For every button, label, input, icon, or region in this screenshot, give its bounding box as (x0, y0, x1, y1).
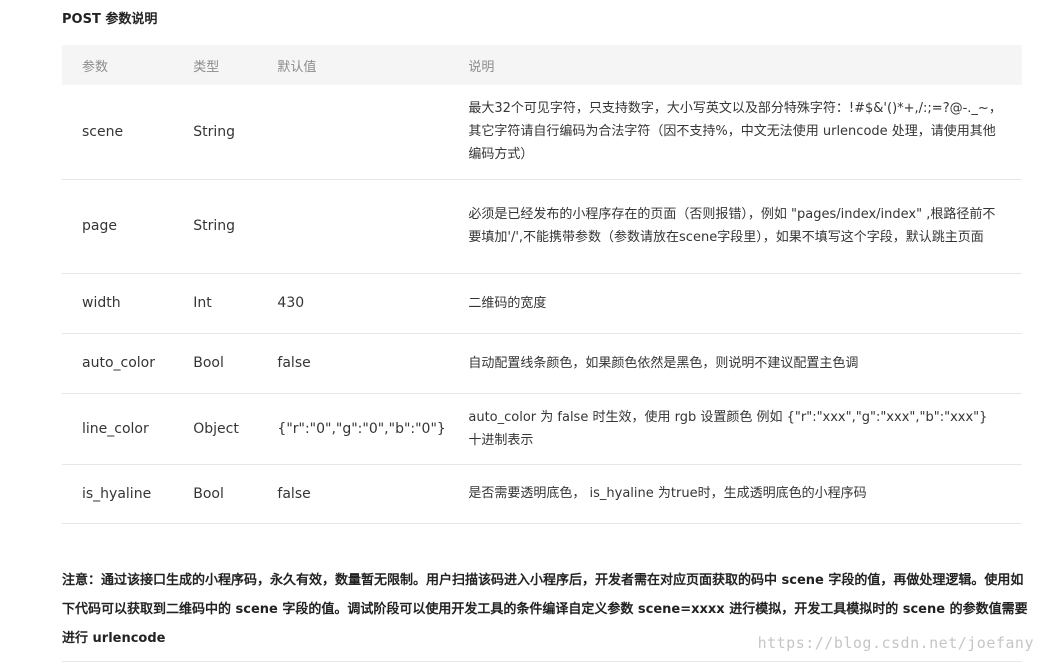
table-row: auto_color Bool false 自动配置线条颜色，如果颜色依然是黑色… (62, 333, 1022, 394)
table-row: page String 必须是已经发布的小程序存在的页面（否则报错），例如 "p… (62, 179, 1022, 274)
table-header-row: 参数 类型 默认值 说明 (62, 45, 1022, 85)
cell-default: 430 (277, 273, 469, 334)
divider (62, 661, 1022, 662)
cell-param: page (62, 179, 194, 274)
cell-default: {"r":"0","g":"0","b":"0"} (277, 393, 469, 465)
cell-param: line_color (62, 393, 194, 465)
header-type: 类型 (193, 59, 220, 75)
cell-desc: 最大32个可见字符，只支持数字，大小写英文以及部分特殊字符：!#$&'()*+,… (468, 85, 1022, 180)
cell-type: Object (193, 393, 278, 465)
header-desc: 说明 (468, 59, 495, 75)
header-default: 默认值 (277, 59, 317, 75)
cell-type: String (193, 85, 278, 180)
header-param: 参数 (82, 59, 109, 75)
table-row: width Int 430 二维码的宽度 (62, 273, 1022, 334)
table-body: scene String 最大32个可见字符，只支持数字，大小写英文以及部分特殊… (62, 85, 1022, 524)
cell-type: Int (193, 273, 278, 334)
cell-desc: 二维码的宽度 (468, 273, 1022, 334)
watermark-url: https://blog.csdn.net/joefany (757, 634, 1034, 652)
table-row: line_color Object {"r":"0","g":"0","b":"… (62, 393, 1022, 465)
cell-default: false (277, 333, 469, 394)
cell-type: Bool (193, 464, 278, 524)
section-title: POST 参数说明 (62, 12, 158, 27)
cell-type: Bool (193, 333, 278, 394)
cell-default: false (277, 464, 469, 524)
cell-type: String (193, 179, 278, 274)
cell-desc: 自动配置线条颜色，如果颜色依然是黑色，则说明不建议配置主色调 (468, 333, 1022, 394)
cell-param: scene (62, 85, 194, 180)
cell-default (277, 179, 469, 274)
cell-default (277, 85, 469, 180)
cell-desc: auto_color 为 false 时生效，使用 rgb 设置颜色 例如 {"… (468, 393, 1022, 465)
table-row: is_hyaline Bool false 是否需要透明底色， is_hyali… (62, 464, 1022, 524)
cell-desc: 是否需要透明底色， is_hyaline 为true时，生成透明底色的小程序码 (468, 464, 1022, 524)
cell-desc: 必须是已经发布的小程序存在的页面（否则报错），例如 "pages/index/i… (468, 179, 1022, 274)
cell-param: auto_color (62, 333, 194, 394)
cell-param: width (62, 273, 194, 334)
params-table: 参数 类型 默认值 说明 scene String 最大32个可见字符，只支持数… (62, 45, 1022, 524)
table-row: scene String 最大32个可见字符，只支持数字，大小写英文以及部分特殊… (62, 85, 1022, 180)
table-header: 参数 类型 默认值 说明 (62, 45, 1022, 85)
cell-param: is_hyaline (62, 464, 194, 524)
